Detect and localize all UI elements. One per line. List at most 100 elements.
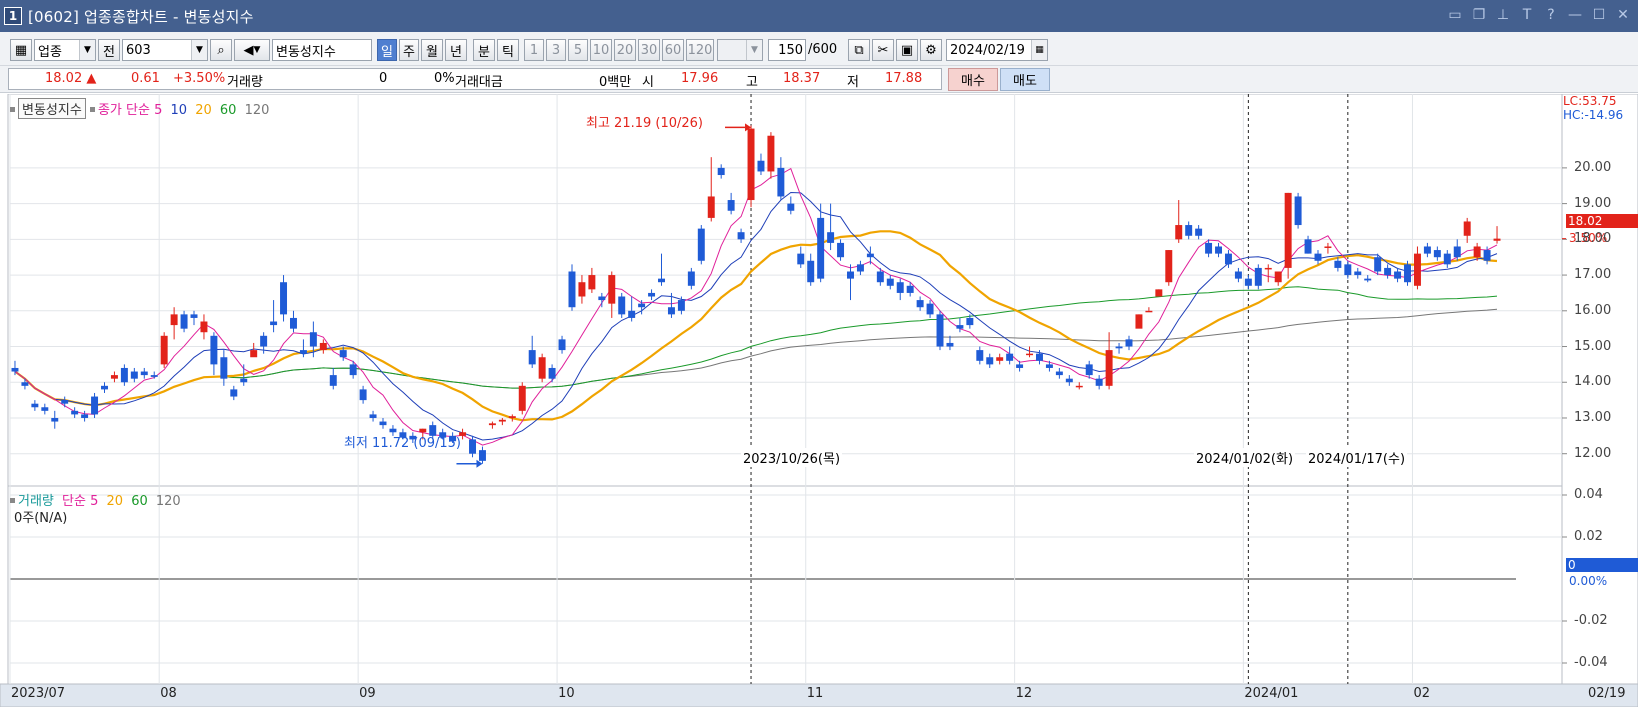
interval-20-button[interactable]: 20 (614, 39, 636, 61)
ma5-label: 5 (154, 103, 163, 118)
interval-5-button[interactable]: 5 (568, 39, 588, 61)
candle-body (1045, 364, 1053, 368)
candle-body (757, 160, 765, 172)
help-icon[interactable]: ? (1542, 6, 1560, 24)
low-label: 저 (847, 75, 859, 90)
candle-body (1294, 196, 1302, 226)
period-month-button[interactable]: 월 (421, 39, 443, 61)
code-input[interactable]: 603 ▼ (122, 39, 208, 61)
index-name-field: 변동성지수 (272, 39, 372, 61)
y-tick-label: 16.00 (1574, 302, 1612, 318)
interval-10-button[interactable]: 10 (590, 39, 612, 61)
period-tick-button[interactable]: 틱 (497, 39, 519, 61)
chevron-down-icon: ▼ (79, 40, 95, 60)
buy-button[interactable]: 매수 (948, 68, 998, 91)
link-window-icon[interactable]: ▭ (1446, 6, 1464, 24)
period-day-button[interactable]: 일 (377, 39, 397, 61)
sell-button[interactable]: 매도 (1000, 68, 1050, 91)
x-tick-label-end: 02/19 (1588, 686, 1626, 701)
search-button[interactable]: ⌕ (210, 39, 232, 61)
pin-icon[interactable]: ⊥ (1494, 6, 1512, 24)
candle-body (966, 317, 974, 326)
x-tick-label: 02 (1413, 686, 1431, 701)
candle-body (250, 350, 258, 358)
period-year-button[interactable]: 년 (445, 39, 467, 61)
price-series-name[interactable]: 변동성지수 (18, 98, 86, 119)
candle-body (339, 350, 347, 358)
minimize-icon[interactable]: — (1566, 6, 1584, 24)
vol-ma60-label: 60 (131, 494, 148, 509)
chevron-down-icon: ▼ (191, 40, 207, 60)
interval-30-button[interactable]: 30 (638, 39, 660, 61)
volume-tick-label: 0.02 (1574, 529, 1603, 544)
sound-select[interactable]: ◀ ▼ (234, 39, 270, 61)
candle-body (319, 342, 327, 351)
candle-body (807, 260, 815, 283)
price-change: 0.61 (131, 71, 160, 86)
candle-body (1463, 221, 1471, 236)
speaker-icon: ◀ (243, 42, 254, 58)
candle-body (1493, 238, 1501, 241)
candle-body (1195, 228, 1203, 236)
candle-body (1423, 246, 1431, 254)
date-marker-1: 2023/10/26(목) (741, 448, 843, 467)
ma20-label: 20 (195, 103, 212, 118)
candle-body (110, 375, 118, 379)
font-icon[interactable]: T (1518, 6, 1536, 24)
candle-body (1304, 239, 1312, 254)
interval-60-button[interactable]: 60 (662, 39, 684, 61)
candle-body (1145, 310, 1153, 313)
chart-area[interactable]: 변동성지수 종가 단순 5 10 20 60 120 거래량 단순 5 20 6… (0, 94, 1638, 707)
copy-window-icon[interactable]: ❐ (1470, 6, 1488, 24)
save-button[interactable]: ▣ (896, 39, 918, 61)
category-select[interactable]: 업종 ▼ (34, 39, 96, 61)
count-input[interactable]: 150 (768, 39, 806, 61)
vol-ma120-label: 120 (155, 494, 181, 509)
candle-body (817, 217, 825, 279)
y-tick-label: 13.00 (1574, 409, 1612, 425)
layout-icon[interactable]: ▦ (10, 39, 32, 61)
y-tick-label: 12.00 (1574, 445, 1612, 461)
count-max-label: /600 (808, 42, 838, 57)
candle-body (130, 371, 138, 379)
chart-canvas[interactable] (0, 94, 1638, 707)
window-titlebar: 1 [0602] 업종종합차트 - 변동성지수 ▭ ❐ ⊥ T ? — ☐ ✕ (0, 0, 1638, 32)
candle-body (329, 375, 337, 386)
candle-body (856, 264, 864, 272)
candle-body (289, 317, 297, 329)
candle-type-button[interactable]: ⧉ (848, 39, 870, 61)
maximize-icon[interactable]: ☐ (1590, 6, 1608, 24)
candle-body (91, 396, 99, 415)
period-week-button[interactable]: 주 (399, 39, 419, 61)
crosshair-button[interactable]: ✂ (872, 39, 894, 61)
candle-body (568, 271, 576, 308)
interval-120-button[interactable]: 120 (686, 39, 714, 61)
candle-body (926, 303, 934, 315)
ma10-label: 10 (170, 103, 188, 118)
ma-type-label: 종가 단순 (97, 103, 150, 118)
y-tick-label: 19.00 (1574, 195, 1612, 211)
date-marker-3: 2024/01/17(수) (1306, 448, 1408, 467)
candle-body (956, 325, 964, 329)
jeon-button[interactable]: 전 (98, 39, 120, 61)
settings-button[interactable]: ⚙ (920, 39, 942, 61)
candle-body (210, 335, 218, 365)
interval-custom-select[interactable]: ▼ (717, 39, 763, 61)
calendar-icon[interactable]: ▦ (1031, 40, 1047, 60)
date-marker-2: 2024/01/02(화) (1194, 448, 1296, 467)
window-title: [0602] 업종종합차트 - 변동성지수 (28, 7, 254, 26)
interval-1-button[interactable]: 1 (524, 39, 544, 61)
candle-body (697, 228, 705, 261)
candle-body (717, 167, 725, 176)
candle-body (51, 417, 59, 422)
candle-body (866, 253, 874, 258)
close-icon[interactable]: ✕ (1614, 6, 1632, 24)
date-input[interactable]: 2024/02/19 ▦ (946, 39, 1048, 61)
period-minute-button[interactable]: 분 (473, 39, 495, 61)
candle-body (1384, 267, 1392, 276)
interval-3-button[interactable]: 3 (546, 39, 566, 61)
candle-body (1175, 225, 1183, 240)
candle-body (548, 367, 556, 379)
y-tick-label: 14.00 (1574, 374, 1612, 390)
crosshair-icon: ✂ (877, 42, 889, 58)
